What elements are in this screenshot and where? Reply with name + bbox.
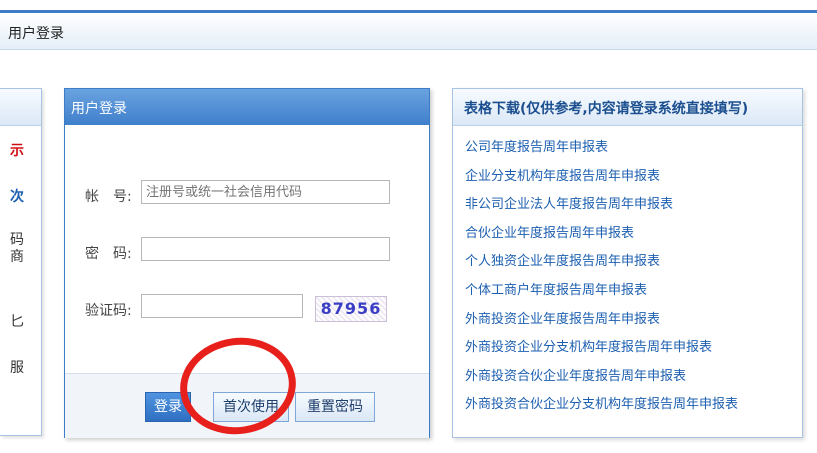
download-link[interactable]: 外商投资企业年度报告周年申报表 [465, 311, 738, 340]
downloads-header-title: 表格下载(仅供参考,内容请登录系统直接填写) [464, 101, 749, 117]
first-use-button[interactable]: 首次使用 [213, 392, 289, 422]
left-fragment-1: 示 [10, 143, 24, 159]
downloads-panel: 表格下载(仅供参考,内容请登录系统直接填写) 公司年度报告周年申报表 企业分支机… [452, 88, 803, 438]
download-link[interactable]: 个体工商户年度报告周年申报表 [465, 282, 738, 311]
captcha-label: 验证码: [85, 303, 132, 319]
captcha-image[interactable]: 87956 [315, 296, 387, 322]
download-link[interactable]: 非公司企业法人年度报告周年申报表 [465, 196, 738, 225]
login-header: 用户登录 [65, 89, 429, 125]
left-fragment-5: 匕 [10, 314, 24, 330]
left-fragment-4: 商 [10, 249, 24, 265]
login-button[interactable]: 登录 [145, 392, 191, 422]
captcha-input[interactable] [141, 294, 303, 318]
reset-password-button[interactable]: 重置密码 [295, 392, 375, 422]
login-header-title: 用户登录 [71, 101, 127, 117]
password-input[interactable] [141, 237, 390, 261]
left-fragment-6: 服 [10, 360, 24, 376]
download-link[interactable]: 合伙企业年度报告周年申报表 [465, 225, 738, 254]
download-link[interactable]: 公司年度报告周年申报表 [465, 139, 738, 168]
login-footer: 登录 首次使用 重置密码 [65, 373, 429, 438]
left-panel: 示 次 码 商 匕 服 [0, 88, 42, 436]
download-link[interactable]: 外商投资合伙企业分支机构年度报告周年申报表 [465, 396, 738, 425]
left-fragment-3: 码 [10, 232, 24, 248]
download-link[interactable]: 个人独资企业年度报告周年申报表 [465, 253, 738, 282]
login-panel: 用户登录 帐 号: 密 码: 验证码: 87956 登录 首次使用 重置密码 [64, 88, 430, 438]
download-link[interactable]: 外商投资企业分支机构年度报告周年申报表 [465, 339, 738, 368]
left-panel-header [0, 89, 41, 126]
left-fragment-2[interactable]: 次 [10, 189, 24, 205]
account-input[interactable] [141, 180, 390, 204]
page: 用户登录 示 次 码 商 匕 服 用户登录 帐 号: 密 码: 验证码: 879… [0, 0, 817, 453]
page-title: 用户登录 [8, 26, 64, 42]
download-link[interactable]: 外商投资合伙企业年度报告周年申报表 [465, 368, 738, 397]
password-label: 密 码: [85, 246, 132, 262]
downloads-header: 表格下载(仅供参考,内容请登录系统直接填写) [453, 89, 802, 126]
title-bar: 用户登录 [0, 13, 817, 50]
downloads-list: 公司年度报告周年申报表 企业分支机构年度报告周年申报表 非公司企业法人年度报告周… [465, 139, 738, 425]
account-label: 帐 号: [85, 189, 132, 205]
download-link[interactable]: 企业分支机构年度报告周年申报表 [465, 168, 738, 197]
